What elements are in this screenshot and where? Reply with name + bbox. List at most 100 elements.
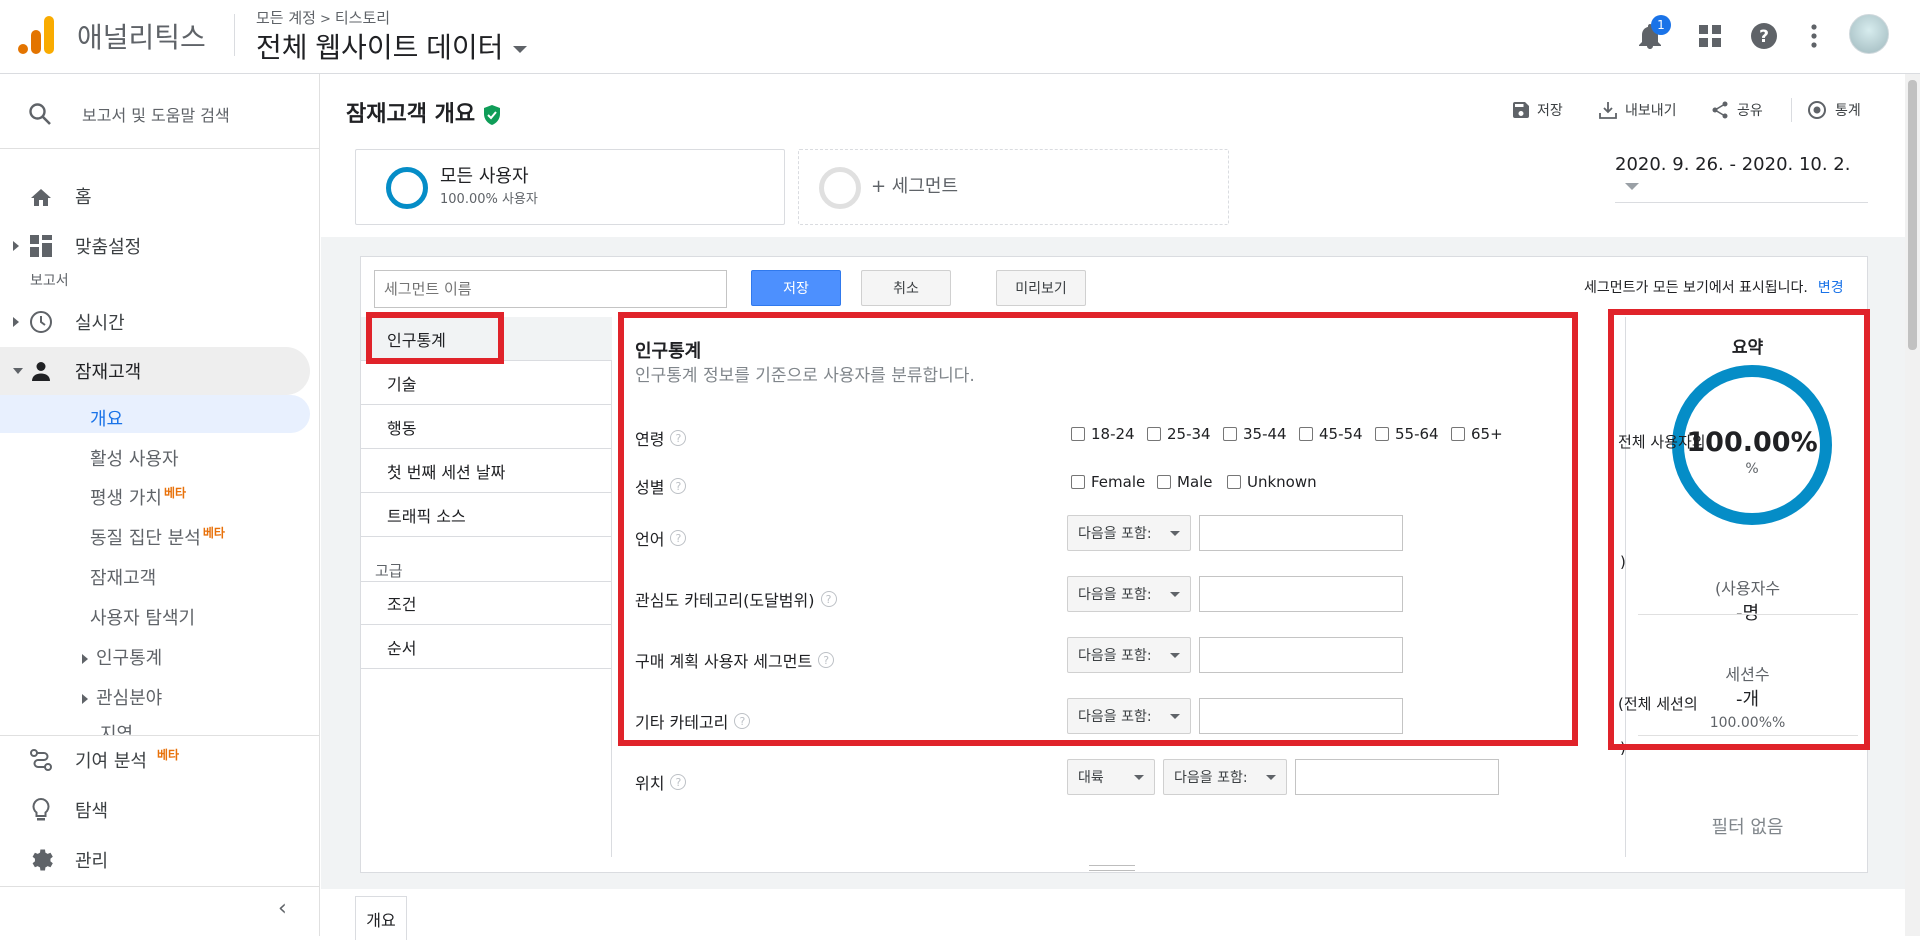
insights-button[interactable]: 통계 xyxy=(1807,100,1861,120)
breadcrumb-account[interactable]: 모든 계정 xyxy=(256,9,316,27)
operator-label: 다음을 포함: xyxy=(1078,526,1152,542)
summary-users: (사용자수 -명 xyxy=(1626,575,1869,625)
segment-all-users[interactable]: 모든 사용자 100.00% 사용자 xyxy=(355,149,785,225)
gender-checkbox-male[interactable]: Male xyxy=(1157,473,1213,491)
help-button[interactable]: ? xyxy=(1746,18,1782,54)
help-icon[interactable]: ? xyxy=(818,652,835,668)
language-operator-select[interactable]: 다음을 포함: xyxy=(1067,515,1191,551)
preview-button[interactable]: 미리보기 xyxy=(996,270,1086,306)
affinity-operator-select[interactable]: 다음을 포함: xyxy=(1067,576,1191,612)
other-category-operator-select[interactable]: 다음을 포함: xyxy=(1067,698,1191,734)
page-scrollbar[interactable] xyxy=(1905,74,1920,936)
sidebar-item-overview[interactable]: 개요 xyxy=(90,405,123,431)
in-market-label: 구매 계획 사용자 세그먼트? xyxy=(635,648,835,672)
segment-ring-icon xyxy=(386,167,428,209)
summary-overlay-all-users: 전체 사용자의 xyxy=(1618,433,1706,451)
help-icon[interactable]: ? xyxy=(820,591,837,607)
other-category-label-text: 기타 카테고리 xyxy=(635,713,729,732)
breadcrumb[interactable]: 모든 계정 > 티스토리 xyxy=(256,7,390,28)
help-icon: ? xyxy=(1751,23,1777,49)
share-icon xyxy=(1712,101,1728,119)
category-conditions[interactable]: 조건 xyxy=(361,581,612,625)
segment-name-input[interactable] xyxy=(374,270,727,308)
category-technology[interactable]: 기술 xyxy=(361,361,612,405)
sidebar-item-realtime[interactable]: 실시간 xyxy=(0,300,320,344)
summary-paren: ) xyxy=(1620,553,1626,571)
affinity-value-input[interactable] xyxy=(1199,576,1403,612)
summary-title: 요약 xyxy=(1731,338,1764,358)
analytics-logo-icon[interactable] xyxy=(18,16,54,54)
avatar[interactable] xyxy=(1849,14,1889,54)
search-icon[interactable] xyxy=(28,102,52,126)
cancel-button[interactable]: 취소 xyxy=(861,270,951,306)
more-options-button[interactable] xyxy=(1796,18,1832,54)
product-name[interactable]: 애널리틱스 xyxy=(77,16,206,56)
gender-checkbox-unknown[interactable]: Unknown xyxy=(1227,473,1317,491)
age-checkbox-18-24[interactable]: 18-24 xyxy=(1071,425,1135,443)
sidebar-item-lifetime-value[interactable]: 평생 가치 베타 xyxy=(90,484,186,510)
chevron-down-icon xyxy=(1625,182,1639,190)
location-value-input[interactable] xyxy=(1295,759,1499,795)
gender-checkbox-female[interactable]: Female xyxy=(1071,473,1145,491)
sidebar-item-demographics[interactable]: 인구통계 xyxy=(82,644,162,670)
help-icon[interactable]: ? xyxy=(734,713,751,729)
category-first-session-date[interactable]: 첫 번째 세션 날짜 xyxy=(361,449,612,493)
age-checkbox-25-34[interactable]: 25-34 xyxy=(1147,425,1211,443)
add-segment-card[interactable]: + 세그먼트 xyxy=(798,149,1229,225)
download-icon xyxy=(1599,102,1617,119)
sidebar-item-interests[interactable]: 관심분야 xyxy=(82,684,162,710)
help-icon[interactable]: ? xyxy=(670,430,687,446)
affinity-label-text: 관심도 카테고리(도달범위) xyxy=(635,591,815,610)
age-checkbox-45-54[interactable]: 45-54 xyxy=(1299,425,1363,443)
help-icon[interactable]: ? xyxy=(670,530,687,546)
age-checkbox-55-64[interactable]: 55-64 xyxy=(1375,425,1439,443)
checkbox-icon xyxy=(1147,427,1161,441)
sidebar-item-home[interactable]: 홈 xyxy=(0,174,320,218)
help-icon[interactable]: ? xyxy=(670,774,687,790)
sidebar-item-discover[interactable]: 탐색 xyxy=(0,788,320,832)
apps-button[interactable] xyxy=(1692,18,1728,54)
sidebar-item-audiences[interactable]: 잠재고객 xyxy=(90,564,156,590)
age-option-label: 25-34 xyxy=(1167,425,1211,443)
category-traffic-sources[interactable]: 트래픽 소스 xyxy=(361,493,612,537)
tab-overview[interactable]: 개요 xyxy=(355,896,407,940)
collapse-sidebar-chevron-icon[interactable]: ‹ xyxy=(278,896,287,921)
location-scope-select[interactable]: 대륙 xyxy=(1067,759,1155,795)
save-button[interactable]: 저장 xyxy=(751,270,841,306)
sidebar-item-admin[interactable]: 관리 xyxy=(0,838,320,882)
location-operator-select[interactable]: 다음을 포함: xyxy=(1163,759,1287,795)
date-range-picker[interactable]: 2020. 9. 26. - 2020. 10. 2. xyxy=(1615,154,1868,203)
sidebar-item-user-explorer[interactable]: 사용자 탐색기 xyxy=(90,604,195,630)
sidebar-item-active-users[interactable]: 활성 사용자 xyxy=(90,445,179,471)
in-market-value-input[interactable] xyxy=(1199,637,1403,673)
export-button[interactable]: 내보내기 xyxy=(1599,100,1677,120)
in-market-operator-select[interactable]: 다음을 포함: xyxy=(1067,637,1191,673)
location-scope-label: 대륙 xyxy=(1078,770,1104,786)
visibility-change-link[interactable]: 변경 xyxy=(1818,280,1844,296)
sidebar-item-audience[interactable]: 잠재고객 xyxy=(0,349,320,393)
sidebar-item-cohort[interactable]: 동질 집단 분석 베타 xyxy=(90,524,225,550)
sidebar-item-attribution[interactable]: 기여 분석 베타 xyxy=(0,738,320,782)
segment-summary: 요약 100.00% % 전체 사용자의 (사용자수 -명 ) 세션수 -개 (… xyxy=(1618,317,1869,857)
notifications-button[interactable]: 1 xyxy=(1632,15,1671,54)
sidebar-item-customization[interactable]: 맞춤설정 xyxy=(0,224,320,268)
checkbox-icon xyxy=(1157,475,1171,489)
breadcrumb-property[interactable]: 티스토리 xyxy=(335,9,390,27)
category-behavior[interactable]: 행동 xyxy=(361,405,612,449)
sidebar-search-input[interactable]: 보고서 및 도움말 검색 xyxy=(82,102,230,126)
resize-handle[interactable] xyxy=(1089,865,1135,871)
age-checkbox-65-plus[interactable]: 65+ xyxy=(1451,425,1503,443)
scrollbar-thumb[interactable] xyxy=(1908,80,1917,350)
sidebar-item-geo[interactable]: 지역 xyxy=(82,724,282,735)
age-checkbox-35-44[interactable]: 35-44 xyxy=(1223,425,1287,443)
view-selector[interactable]: 전체 웹사이트 데이터 xyxy=(256,26,528,66)
category-demographics[interactable]: 인구통계 xyxy=(361,317,612,361)
help-icon[interactable]: ? xyxy=(670,478,687,494)
share-button[interactable]: 공유 xyxy=(1711,100,1763,120)
language-value-input[interactable] xyxy=(1199,515,1403,551)
other-category-value-input[interactable] xyxy=(1199,698,1403,734)
category-sequences[interactable]: 순서 xyxy=(361,625,612,669)
sidebar-item-label: 실시간 xyxy=(75,313,125,334)
save-report-button[interactable]: 저장 xyxy=(1513,100,1563,120)
chevron-down-icon xyxy=(13,368,23,374)
